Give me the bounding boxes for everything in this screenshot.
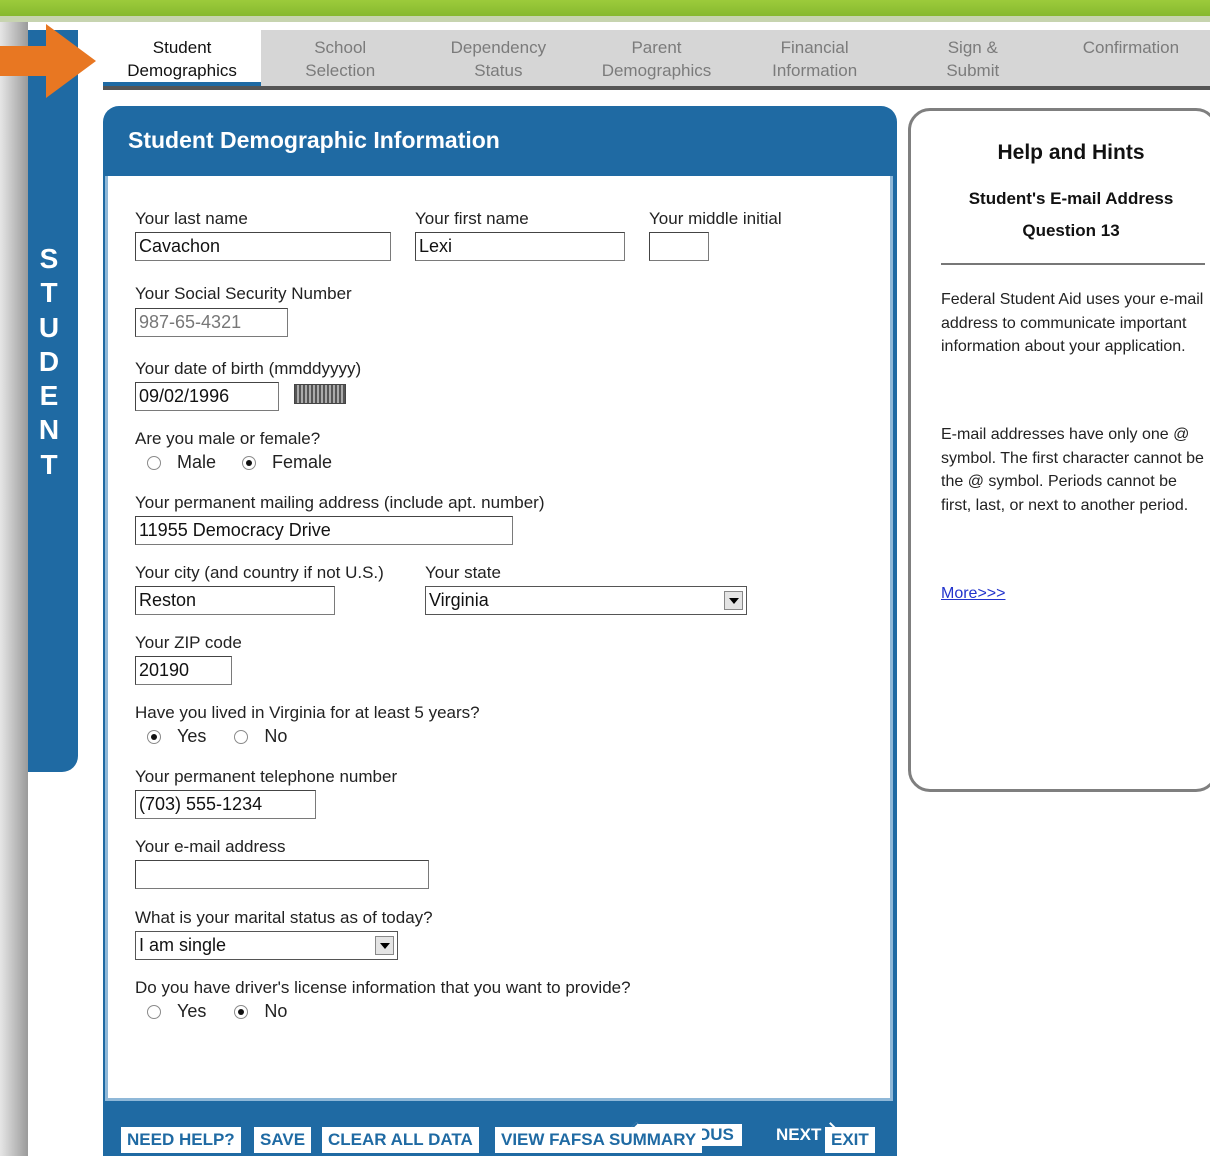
- gender-options: Male Female: [147, 452, 332, 473]
- tab-student-demographics[interactable]: Student Demographics: [103, 30, 262, 86]
- license-no-radio[interactable]: [234, 1004, 249, 1019]
- middle-initial-input[interactable]: [649, 232, 709, 261]
- dob-input[interactable]: 09/02/1996: [135, 382, 279, 411]
- side-letter: T: [40, 448, 58, 480]
- side-letter: D: [38, 345, 60, 377]
- ssn-input[interactable]: 987-65-4321: [135, 308, 288, 337]
- first-name-input[interactable]: Lexi: [415, 232, 625, 261]
- tab-label-line1: Dependency: [450, 38, 547, 57]
- chevron-down-icon[interactable]: [724, 591, 743, 610]
- first-name-label: Your first name: [415, 209, 529, 228]
- marital-select[interactable]: I am single: [135, 931, 398, 960]
- keyboard-icon[interactable]: [294, 384, 346, 404]
- residency-yes-radio[interactable]: [147, 729, 161, 744]
- residency-label: Have you lived in Virginia for at least …: [135, 703, 480, 722]
- student-section-tab: S T U D E N T: [28, 30, 78, 772]
- current-step-arrow-icon: [0, 24, 96, 98]
- tab-label-line1: School: [314, 38, 367, 57]
- exit-button[interactable]: EXIT: [825, 1127, 875, 1153]
- last-name-label: Your last name: [135, 209, 248, 228]
- tab-label-line1: Sign &: [947, 38, 998, 57]
- dob-label: Your date of birth (mmddyyyy): [135, 359, 362, 378]
- help-question: Question 13: [1022, 221, 1120, 240]
- tab-financial-information[interactable]: Financial Information: [736, 30, 894, 86]
- female-radio[interactable]: [242, 455, 257, 470]
- zip-input[interactable]: 20190: [135, 656, 232, 685]
- side-letter: S: [39, 243, 59, 274]
- student-vertical-label: S T U D E N T: [28, 242, 70, 482]
- male-label: Male: [177, 452, 217, 472]
- last-name-input[interactable]: Cavachon: [135, 232, 391, 261]
- save-button[interactable]: SAVE: [254, 1127, 312, 1153]
- residency-no-label: No: [264, 726, 288, 746]
- tab-label-line1: Parent: [631, 38, 682, 57]
- city-input[interactable]: Reston: [135, 586, 335, 615]
- tab-label-line2: Demographics: [127, 61, 237, 80]
- state-select[interactable]: Virginia: [425, 586, 747, 615]
- residency-options: Yes No: [147, 726, 287, 747]
- tab-label-line1: Financial: [780, 38, 849, 57]
- tab-label-line2: Submit: [946, 61, 1000, 80]
- tab-dependency-status[interactable]: Dependency Status: [419, 30, 577, 86]
- tab-label-line2: Status: [474, 61, 523, 80]
- help-subtitle: Student's E-mail Address: [968, 189, 1174, 208]
- tab-label-line2: Information: [772, 61, 858, 80]
- tab-label-line1: Confirmation: [1082, 38, 1180, 57]
- need-help-button[interactable]: NEED HELP?: [121, 1127, 241, 1153]
- email-label: Your e-mail address: [135, 837, 286, 856]
- help-and-hints-panel: Help and Hints Student's E-mail Address …: [908, 108, 1210, 792]
- address-label: Your permanent mailing address (include …: [135, 493, 545, 512]
- license-label: Do you have driver's license information…: [135, 978, 631, 997]
- residency-yes-label: Yes: [177, 726, 207, 746]
- email-input[interactable]: [135, 860, 429, 889]
- license-options: Yes No: [147, 1001, 287, 1022]
- tab-label-line2: Demographics: [601, 61, 712, 80]
- tab-sign-submit[interactable]: Sign & Submit: [894, 30, 1052, 86]
- residency-no-radio[interactable]: [234, 729, 249, 744]
- side-letter: E: [39, 380, 59, 412]
- marital-value: I am single: [139, 935, 227, 955]
- help-paragraph-1: Federal Student Aid uses your e-mail add…: [941, 291, 1204, 355]
- tab-label-line2: Selection: [305, 61, 376, 80]
- state-value: Virginia: [429, 590, 489, 610]
- marital-label: What is your marital status as of today?: [135, 908, 433, 927]
- city-label: Your city (and country if not U.S.): [135, 563, 384, 582]
- address-input[interactable]: 11955 Democracy Drive: [135, 516, 513, 545]
- side-letter: T: [40, 277, 58, 309]
- view-fafsa-summary-button[interactable]: VIEW FAFSA SUMMARY: [495, 1127, 703, 1153]
- license-no-label: No: [264, 1001, 288, 1021]
- phone-input[interactable]: (703) 555-1234: [135, 790, 316, 819]
- bottom-action-bar: NEED HELP? SAVE CLEAR ALL DATA VIEW FAFS…: [103, 1106, 897, 1156]
- tab-parent-demographics[interactable]: Parent Demographics: [577, 30, 735, 86]
- side-letter: N: [38, 414, 60, 446]
- left-rail: [0, 22, 28, 1156]
- help-paragraph-2: E-mail addresses have only one @ symbol.…: [941, 426, 1204, 514]
- male-radio[interactable]: [147, 455, 161, 470]
- help-divider: [941, 263, 1205, 265]
- phone-label: Your permanent telephone number: [135, 767, 398, 786]
- step-navigation: Student Demographics School Selection De…: [103, 30, 1210, 90]
- side-letter: U: [38, 311, 60, 343]
- tab-school-selection[interactable]: School Selection: [261, 30, 419, 86]
- top-banner: [0, 0, 1210, 22]
- tab-confirmation[interactable]: Confirmation: [1052, 30, 1210, 86]
- help-more-link[interactable]: More>>>: [941, 585, 1005, 603]
- form-body: Your last name Cavachon Your first name …: [105, 176, 893, 1148]
- license-yes-label: Yes: [177, 1001, 207, 1021]
- clear-all-data-button[interactable]: CLEAR ALL DATA: [322, 1127, 479, 1153]
- middle-initial-label: Your middle initial: [649, 209, 782, 228]
- form-title: Student Demographic Information: [128, 127, 500, 153]
- female-label: Female: [272, 452, 333, 472]
- ssn-label: Your Social Security Number: [135, 284, 352, 303]
- help-title: Help and Hints: [997, 141, 1145, 164]
- tab-label-line1: Student: [152, 38, 212, 57]
- zip-label: Your ZIP code: [135, 633, 242, 652]
- gender-label: Are you male or female?: [135, 429, 321, 448]
- license-yes-radio[interactable]: [147, 1004, 161, 1019]
- chevron-down-icon[interactable]: [375, 936, 394, 955]
- student-demographic-form: Student Demographic Information Your las…: [103, 106, 897, 1156]
- state-label: Your state: [425, 563, 501, 582]
